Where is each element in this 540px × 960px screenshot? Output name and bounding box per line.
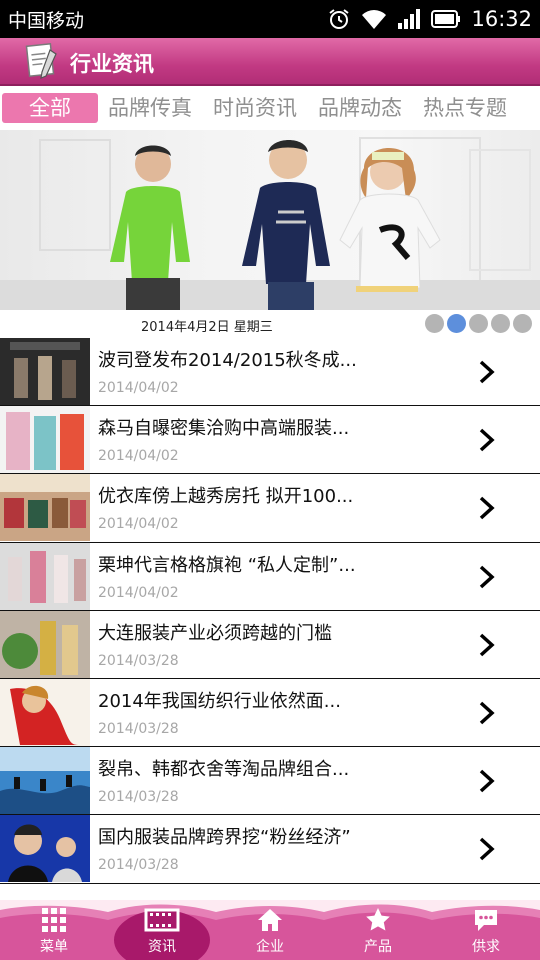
news-thumbnail	[0, 747, 90, 815]
bottom-nav: 菜单 资讯 企业 产品 供求	[0, 900, 540, 960]
category-tabs: 全部 品牌传真 时尚资讯 品牌动态 热点专题	[0, 88, 540, 128]
chevron-right-icon	[479, 701, 495, 725]
news-thumbnail	[0, 678, 90, 746]
news-thumbnail	[0, 338, 90, 405]
nav-label: 企业	[256, 939, 284, 955]
news-date: 2014/03/28	[98, 720, 179, 737]
nav-label: 资讯	[148, 939, 176, 955]
carousel-dot[interactable]	[513, 314, 532, 333]
chat-icon	[475, 910, 497, 931]
home-icon	[258, 909, 282, 931]
list-item[interactable]: 2014年我国纺织行业依然面... 2014/03/28	[0, 678, 540, 748]
chevron-right-icon	[479, 428, 495, 452]
news-title: 国内服装品牌跨界挖“粉丝经济”	[98, 827, 351, 849]
banner-carousel[interactable]	[0, 130, 540, 310]
news-title: 优衣库傍上越秀房托 拟开100...	[98, 486, 354, 508]
carousel-dot[interactable]	[491, 314, 510, 333]
chevron-right-icon	[479, 838, 495, 861]
banner-caption: 2014年4月2日 星期三	[0, 310, 540, 338]
news-thumbnail	[0, 474, 90, 542]
news-date: 2014/04/02	[98, 516, 179, 533]
nav-label: 供求	[472, 939, 500, 955]
tab-fashion-news[interactable]: 时尚资讯	[213, 93, 297, 123]
news-title: 森马自曝密集洽购中高端服装...	[98, 418, 350, 440]
news-thumbnail	[0, 542, 90, 610]
page-title: 行业资讯	[70, 52, 154, 76]
chevron-right-icon	[479, 497, 495, 520]
carrier-name: 中国移动	[8, 10, 85, 32]
list-item[interactable]: 大连服装产业必须跨越的门槛 2014/03/28	[0, 610, 540, 679]
alarm-icon	[329, 9, 350, 29]
nav-supply-demand[interactable]: 供求	[432, 906, 540, 956]
list-item[interactable]: 优衣库傍上越秀房托 拟开100... 2014/04/02	[0, 474, 540, 543]
news-title: 大连服装产业必须跨越的门槛	[98, 622, 332, 644]
document-pen-icon	[25, 43, 57, 79]
list-item[interactable]: 国内服装品牌跨界挖“粉丝经济” 2014/03/28	[0, 815, 540, 884]
carousel-dot-active[interactable]	[447, 314, 466, 333]
list-item[interactable]: 栗坤代言格格旗袍 “私人定制”... 2014/04/02	[0, 542, 540, 611]
news-date: 2014/04/02	[98, 380, 179, 396]
nav-company[interactable]: 企业	[216, 906, 324, 956]
nav-products[interactable]: 产品	[324, 906, 432, 956]
film-icon	[144, 908, 180, 932]
news-date: 2014/04/02	[98, 584, 179, 601]
title-bar: 行业资讯	[0, 38, 540, 86]
carousel-dot[interactable]	[469, 314, 488, 333]
news-title: 裂帛、韩都衣舍等淘品牌组合...	[98, 759, 350, 781]
news-thumbnail	[0, 815, 90, 883]
grid-icon	[42, 908, 66, 932]
carousel-indicator	[425, 314, 532, 333]
list-item[interactable]: 裂帛、韩都衣舍等淘品牌组合... 2014/03/28	[0, 747, 540, 816]
status-bar: 中国移动 16:32	[0, 0, 540, 38]
battery-icon	[431, 10, 461, 28]
star-icon	[366, 908, 390, 931]
wifi-icon	[362, 10, 387, 29]
news-date: 2014/03/28	[98, 857, 179, 874]
tab-brand-news[interactable]: 品牌传真	[108, 93, 192, 123]
chevron-right-icon	[479, 769, 495, 793]
news-title: 波司登发布2014/2015秋冬成...	[98, 350, 357, 371]
tab-all[interactable]: 全部	[2, 93, 98, 123]
clock: 16:32	[471, 7, 532, 31]
nav-label: 产品	[364, 939, 392, 955]
banner-date: 2014年4月2日 星期三	[141, 320, 273, 335]
news-date: 2014/03/28	[98, 789, 179, 806]
tab-brand-updates[interactable]: 品牌动态	[318, 93, 402, 123]
news-title: 2014年我国纺织行业依然面...	[98, 690, 341, 712]
news-thumbnail	[0, 406, 90, 474]
nav-menu[interactable]: 菜单	[0, 906, 108, 956]
news-thumbnail	[0, 610, 90, 678]
list-item[interactable]: 森马自曝密集洽购中高端服装... 2014/04/02	[0, 406, 540, 475]
list-item[interactable]: 波司登发布2014/2015秋冬成... 2014/04/02	[0, 338, 540, 407]
tab-hot-topics[interactable]: 热点专题	[423, 93, 507, 123]
nav-label: 菜单	[40, 939, 68, 955]
chevron-right-icon	[479, 360, 495, 384]
news-list: 波司登发布2014/2015秋冬成... 2014/04/02 森马自曝密集洽购…	[0, 338, 540, 884]
chevron-right-icon	[479, 565, 495, 588]
nav-news[interactable]: 资讯	[108, 906, 216, 956]
chevron-right-icon	[479, 633, 495, 657]
signal-icon	[398, 9, 421, 29]
news-title: 栗坤代言格格旗袍 “私人定制”...	[98, 554, 356, 576]
banner-image	[0, 137, 540, 310]
news-date: 2014/04/02	[98, 448, 179, 465]
news-date: 2014/03/28	[98, 652, 179, 669]
carousel-dot[interactable]	[425, 314, 444, 333]
